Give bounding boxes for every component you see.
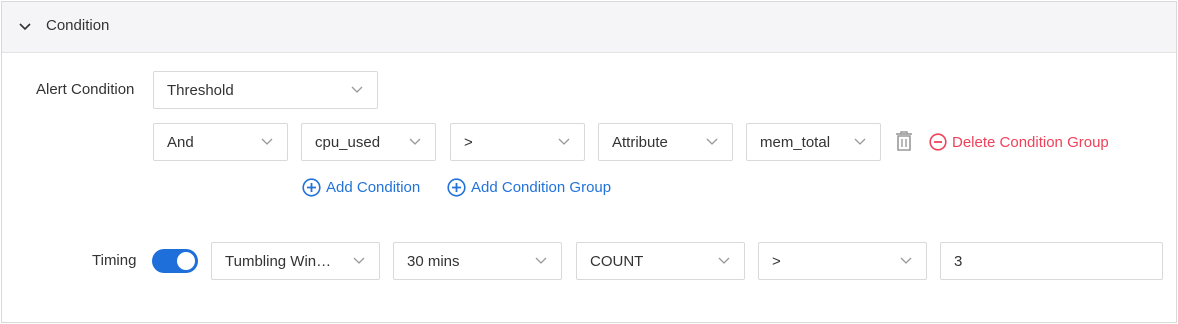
metric-value: cpu_used — [315, 134, 381, 151]
window-type-select[interactable]: Tumbling Win… — [211, 242, 380, 280]
compare-value: mem_total — [760, 134, 831, 151]
plus-circle-icon — [302, 178, 321, 197]
chevron-down-icon — [261, 138, 273, 145]
delete-condition-group-label: Delete Condition Group — [952, 133, 1109, 151]
threshold-input[interactable]: 3 — [940, 242, 1163, 280]
chevron-down-icon — [353, 257, 365, 264]
compare-value-select[interactable]: mem_total — [746, 123, 881, 161]
chevron-down-icon — [900, 257, 912, 264]
alert-condition-label: Alert Condition — [36, 81, 135, 98]
aggregation-select[interactable]: COUNT — [576, 242, 745, 280]
chevron-down-icon — [535, 257, 547, 264]
timing-operator-value: > — [772, 253, 781, 270]
operator-value: > — [464, 134, 473, 151]
panel-header[interactable]: Condition — [2, 2, 1176, 53]
window-size-value: 30 mins — [407, 253, 460, 270]
add-condition-group-label: Add Condition Group — [471, 179, 612, 196]
panel-title: Condition — [46, 17, 110, 34]
alert-type-select[interactable]: Threshold — [153, 71, 378, 109]
plus-circle-icon — [447, 178, 466, 197]
chevron-down-icon[interactable] — [18, 20, 32, 34]
timing-label: Timing — [92, 252, 137, 269]
add-condition-group-link[interactable]: Add Condition Group — [447, 178, 611, 197]
timing-toggle[interactable] — [152, 249, 198, 273]
add-condition-link[interactable]: Add Condition — [302, 178, 420, 197]
compare-type-select[interactable]: Attribute — [598, 123, 733, 161]
chevron-down-icon — [409, 138, 421, 145]
alert-type-value: Threshold — [167, 82, 234, 99]
window-size-select[interactable]: 30 mins — [393, 242, 562, 280]
trash-icon[interactable] — [894, 130, 914, 152]
delete-condition-group-button[interactable]: Delete Condition Group — [929, 131, 1109, 153]
chevron-down-icon — [854, 138, 866, 145]
timing-operator-select[interactable]: > — [758, 242, 927, 280]
logic-select[interactable]: And — [153, 123, 288, 161]
chevron-down-icon — [558, 138, 570, 145]
operator-select[interactable]: > — [450, 123, 585, 161]
threshold-value: 3 — [954, 253, 963, 270]
toggle-knob — [177, 252, 195, 270]
chevron-down-icon — [718, 257, 730, 264]
minus-circle-icon — [929, 133, 947, 151]
metric-select[interactable]: cpu_used — [301, 123, 436, 161]
chevron-down-icon — [706, 138, 718, 145]
chevron-down-icon — [351, 86, 363, 93]
logic-value: And — [167, 134, 194, 151]
aggregation-value: COUNT — [590, 253, 644, 270]
window-type-value: Tumbling Win… — [225, 253, 332, 270]
add-condition-label: Add Condition — [326, 179, 421, 196]
compare-type-value: Attribute — [612, 134, 668, 151]
